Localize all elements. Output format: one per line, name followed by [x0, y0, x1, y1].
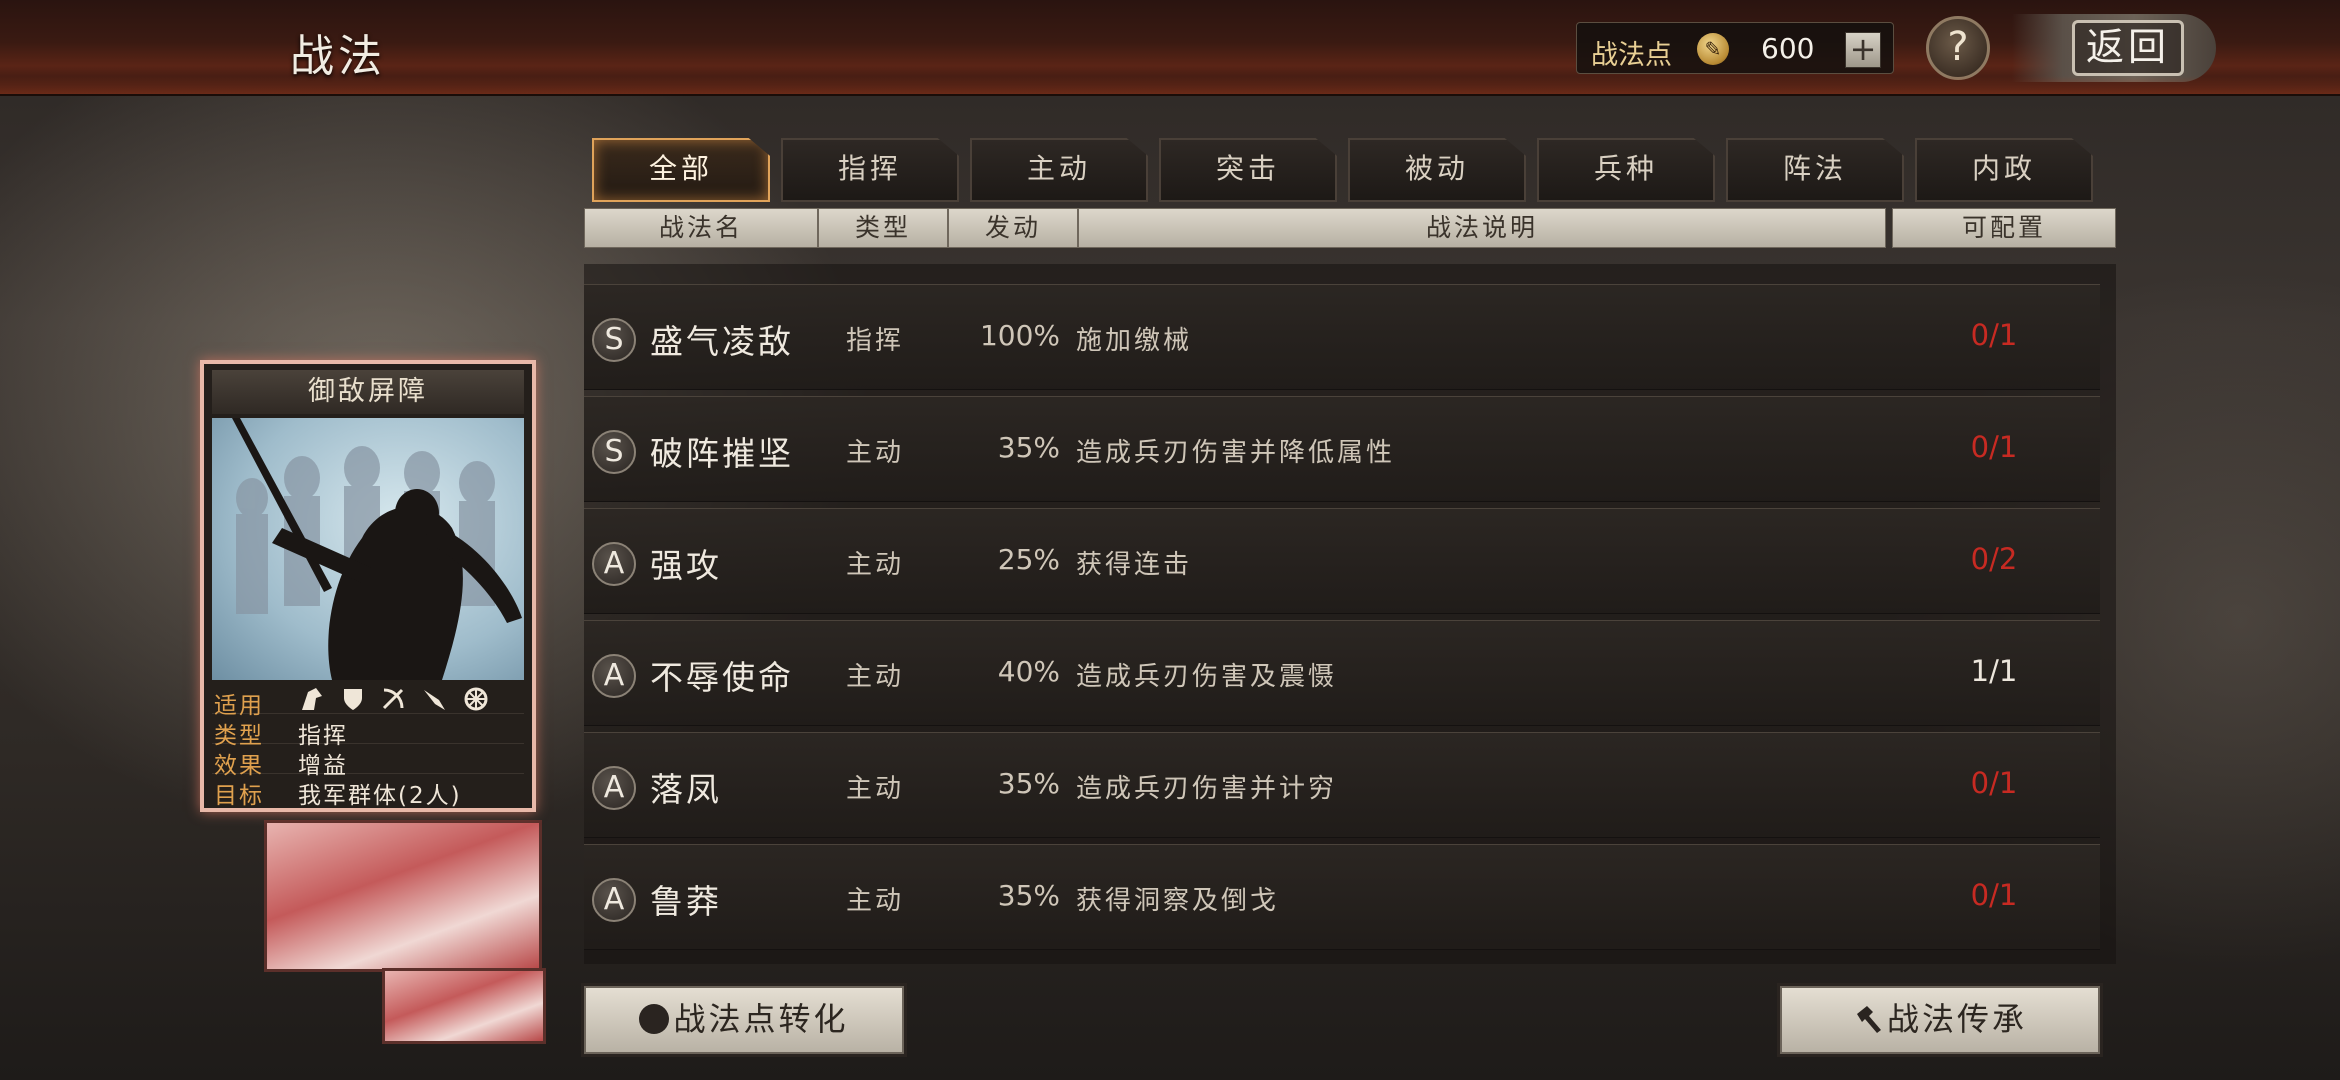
siege-icon [464, 687, 488, 711]
skill-name: 鲁莽 [650, 882, 722, 921]
table-row[interactable]: S 盛气凌敌 指挥 100% 施加缴械 0/1 [584, 284, 2100, 390]
table-row[interactable]: A 强攻 主动 25% 获得连击 0/2 [584, 508, 2100, 614]
card-info-applicable: 适用 [212, 684, 524, 719]
card-artwork [212, 418, 524, 680]
column-header-rate[interactable]: 发动 [948, 208, 1078, 248]
skill-type: 主动 [846, 774, 905, 804]
card-info-effect: 效果 增益 [212, 744, 524, 779]
convert-points-button[interactable]: 战法点转化 [584, 986, 904, 1054]
tab-command[interactable]: 指挥 [781, 138, 959, 202]
table-row[interactable]: A 不辱使命 主动 40% 造成兵刃伤害及震慑 1/1 [584, 620, 2100, 726]
tab-domestic[interactable]: 内政 [1915, 138, 2093, 202]
tab-assault[interactable]: 突击 [1159, 138, 1337, 202]
skill-card-preview[interactable]: 御敌屏障 适用 类型 指挥 效果 增益 目标 我军群体(2人) [200, 360, 536, 812]
skill-rate: 40% [997, 655, 1060, 688]
skill-type: 主动 [846, 662, 905, 692]
skill-description: 造成兵刃伤害并计穷 [1076, 774, 1338, 804]
skill-list[interactable]: S 盛气凌敌 指挥 100% 施加缴械 0/1 S 破阵摧坚 主动 35% 造成… [584, 264, 2116, 964]
card-stack-back[interactable] [382, 968, 546, 1044]
grade-badge: A [592, 654, 636, 698]
skill-type: 主动 [846, 550, 905, 580]
skill-rate: 100% [979, 319, 1060, 352]
skill-points-box: 战法点 ✎ 600 + [1576, 22, 1894, 74]
table-row[interactable]: A 鲁莽 主动 35% 获得洞察及倒戈 0/1 [584, 844, 2100, 950]
archer-icon [383, 688, 404, 710]
skill-description: 造成兵刃伤害并降低属性 [1076, 438, 1396, 468]
card-info-target: 目标 我军群体(2人) [212, 774, 524, 809]
tab-troop[interactable]: 兵种 [1537, 138, 1715, 202]
convert-points-label: 战法点转化 [673, 1000, 849, 1038]
skill-name: 破阵摧坚 [650, 434, 794, 473]
skill-description: 获得洞察及倒戈 [1076, 886, 1280, 916]
skill-rate: 35% [997, 767, 1060, 800]
skill-config-count: 1/1 [1970, 654, 2018, 688]
skill-description: 造成兵刃伤害及震慑 [1076, 662, 1338, 692]
add-points-button[interactable]: + [1845, 32, 1881, 68]
column-header-name[interactable]: 战法名 [584, 208, 818, 248]
skill-points-icon: ✎ [1697, 33, 1729, 65]
skill-config-count: 0/1 [1970, 430, 2018, 464]
card-info-type: 类型 指挥 [212, 714, 524, 749]
skill-rate: 35% [997, 879, 1060, 912]
unit-type-icons [298, 686, 498, 712]
tab-all[interactable]: 全部 [592, 138, 770, 202]
category-tabs: 全部 指挥 主动 突击 被动 兵种 阵法 内政 [592, 138, 2098, 202]
skill-type: 指挥 [846, 326, 905, 356]
grade-badge: A [592, 766, 636, 810]
skill-name: 不辱使命 [650, 658, 794, 697]
grade-badge: S [592, 318, 636, 362]
column-header-config[interactable]: 可配置 [1892, 208, 2116, 248]
skill-config-count: 0/2 [1970, 542, 2018, 576]
skill-config-count: 0/1 [1970, 878, 2018, 912]
page-title: 战法 [290, 31, 386, 82]
skill-points-value: 600 [1761, 32, 1815, 65]
card-title: 御敌屏障 [212, 370, 524, 414]
top-bar: 战法 战法点 ✎ 600 + ? 返回 [0, 0, 2340, 96]
card-stack-back[interactable] [264, 820, 542, 972]
warrior-silhouette-image [232, 418, 522, 680]
spear-icon [424, 690, 446, 710]
back-button-label[interactable]: 返回 [2072, 20, 2184, 76]
back-button[interactable]: 返回 [2012, 14, 2216, 82]
table-header: 战法名 类型 发动 战法说明 可配置 [584, 208, 2116, 248]
convert-icon [639, 1004, 670, 1034]
skill-points-label: 战法点 [1591, 40, 1672, 71]
hammer-icon [1853, 992, 1883, 1054]
card-target-value: 我军群体(2人) [298, 783, 462, 809]
tab-passive[interactable]: 被动 [1348, 138, 1526, 202]
grade-badge: A [592, 542, 636, 586]
table-row[interactable]: S 破阵摧坚 主动 35% 造成兵刃伤害并降低属性 0/1 [584, 396, 2100, 502]
tab-active[interactable]: 主动 [970, 138, 1148, 202]
tab-formation[interactable]: 阵法 [1726, 138, 1904, 202]
help-button[interactable]: ? [1926, 16, 1990, 80]
card-info: 适用 类型 指挥 效果 增益 目标 我军群体(2人) [212, 684, 524, 809]
inherit-skill-button[interactable]: 战法传承 [1780, 986, 2100, 1054]
table-row[interactable]: A 落凤 主动 35% 造成兵刃伤害并计穷 0/1 [584, 732, 2100, 838]
card-target-label: 目标 [214, 783, 264, 809]
cavalry-icon [302, 688, 322, 710]
skill-name: 强攻 [650, 546, 722, 585]
skill-name: 盛气凌敌 [650, 322, 794, 361]
grade-badge: S [592, 430, 636, 474]
inherit-skill-label: 战法传承 [1886, 1000, 2027, 1038]
skill-name: 落凤 [650, 770, 722, 809]
skill-rate: 25% [997, 543, 1060, 576]
column-header-description: 战法说明 [1078, 208, 1886, 248]
column-header-type[interactable]: 类型 [818, 208, 948, 248]
skill-type: 主动 [846, 886, 905, 916]
skill-description: 施加缴械 [1076, 326, 1193, 356]
skill-type: 主动 [846, 438, 905, 468]
shield-icon [344, 689, 363, 710]
skill-description: 获得连击 [1076, 550, 1193, 580]
skill-config-count: 0/1 [1970, 318, 2018, 352]
skill-rate: 35% [997, 431, 1060, 464]
grade-badge: A [592, 878, 636, 922]
skill-config-count: 0/1 [1970, 766, 2018, 800]
